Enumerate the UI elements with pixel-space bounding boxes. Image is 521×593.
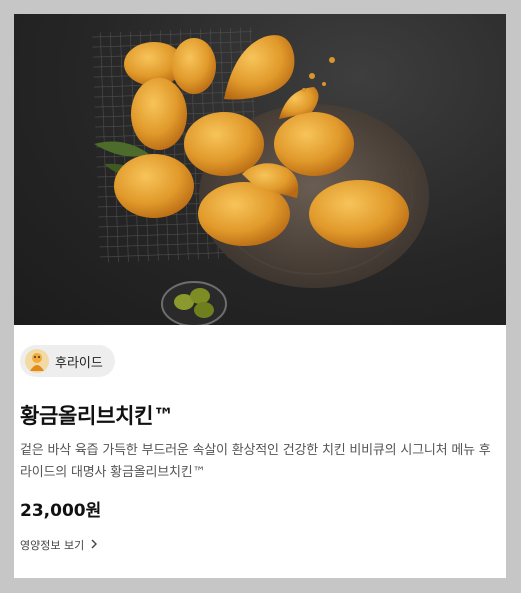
product-price: 23,000원 — [20, 501, 102, 521]
product-description: 겉은 바삭 육즙 가득한 부드러운 속살이 환상적인 건강한 치킨 비비큐의 시… — [20, 443, 491, 480]
chevron-right-icon — [90, 539, 98, 552]
fried-chicken-image — [92, 27, 429, 327]
category-tag-label: 후라이드 — [55, 355, 103, 371]
product-photo — [14, 14, 506, 327]
nutrition-info-link[interactable]: 영양정보 보기 — [20, 537, 98, 553]
chicken-mascot-icon — [25, 349, 49, 373]
nutrition-info-label: 영양정보 보기 — [20, 539, 85, 552]
category-tag[interactable]: 후라이드 — [20, 345, 115, 377]
page-background: 후라이드 황금올리브치킨™ 겉은 바삭 육즙 가득한 부드러운 속살이 환상적인… — [0, 0, 521, 593]
product-name: 황금올리브치킨™ — [20, 404, 174, 428]
product-card: 후라이드 황금올리브치킨™ 겉은 바삭 육즙 가득한 부드러운 속살이 환상적인… — [14, 14, 506, 578]
